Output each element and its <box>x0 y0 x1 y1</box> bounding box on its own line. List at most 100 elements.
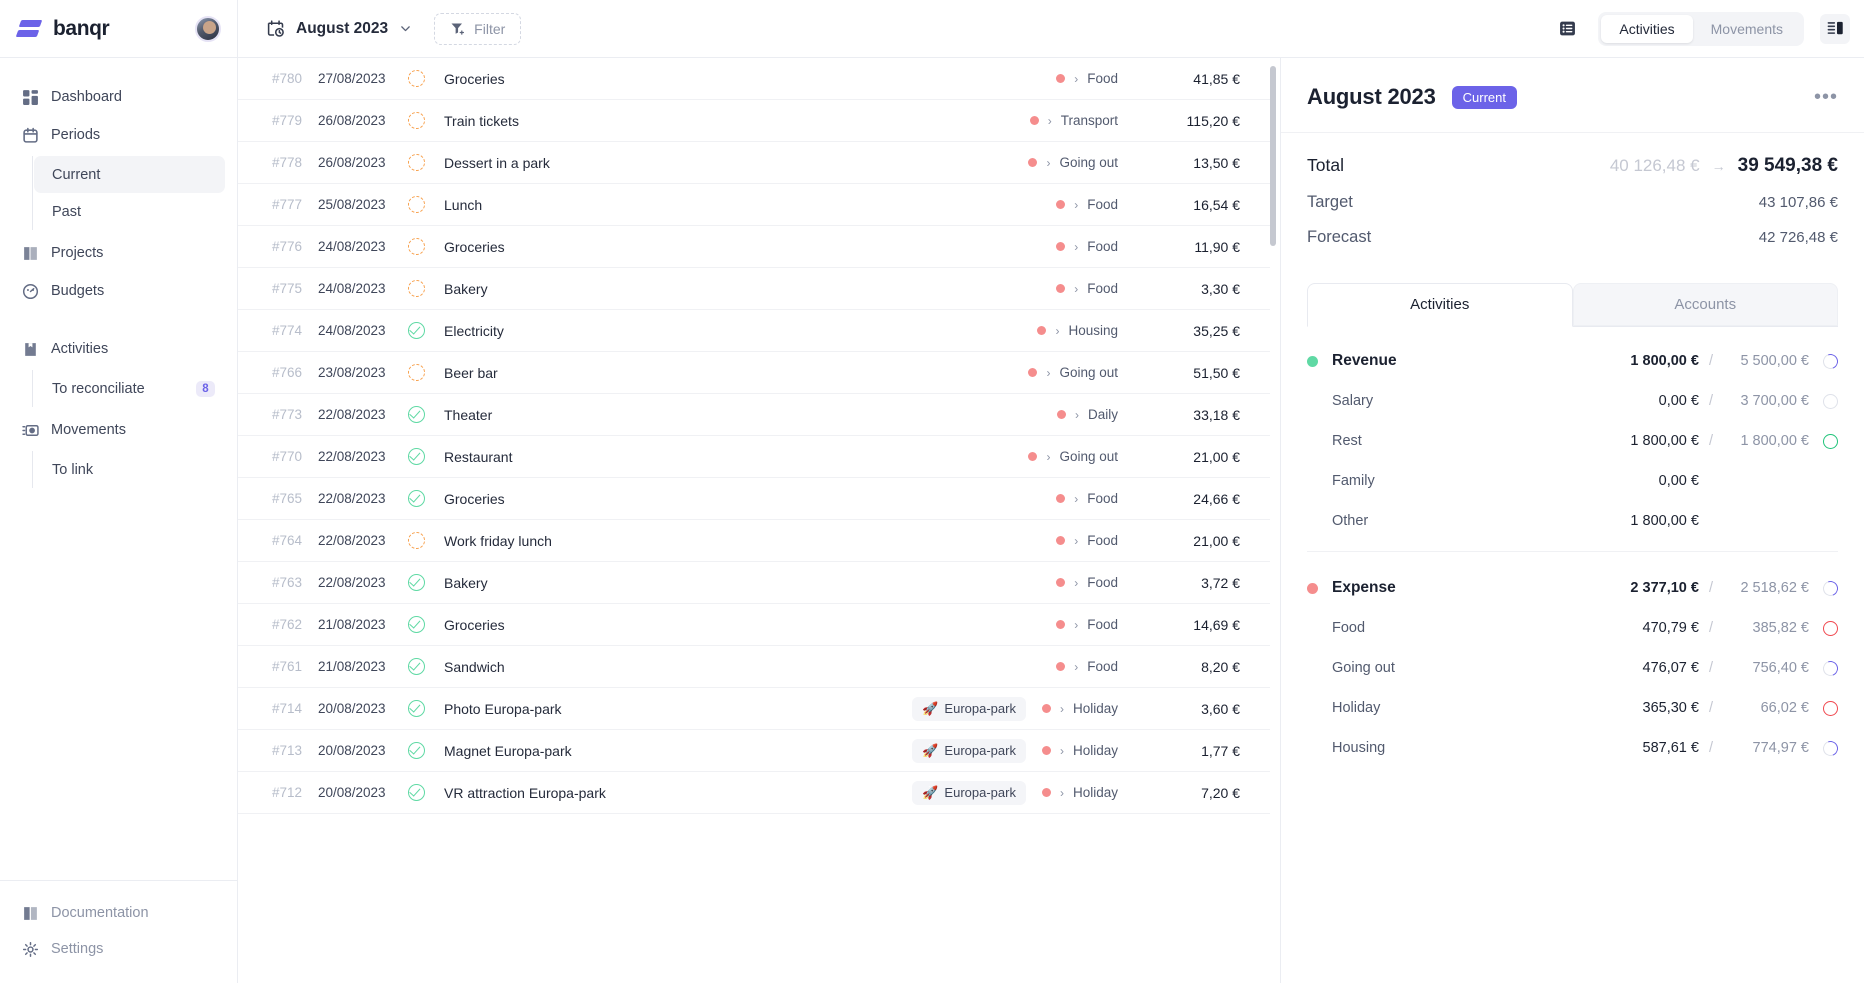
activity-status[interactable] <box>408 490 444 507</box>
table-row[interactable]: #774 24/08/2023 Electricity › Housing 35,25 € <box>238 310 1270 352</box>
activity-status[interactable] <box>408 112 444 129</box>
sidebar-item-projects[interactable]: Projects <box>12 234 225 272</box>
breakdown-row[interactable]: Food 470,79 € / 385,82 € <box>1307 608 1838 648</box>
activity-label: Work friday lunch <box>444 532 552 549</box>
ellipsis-icon[interactable]: ••• <box>1814 86 1838 109</box>
sidebar-item-periods[interactable]: Periods <box>12 116 225 154</box>
activity-category[interactable]: › Food <box>1056 659 1118 674</box>
tab-activities[interactable]: Activities <box>1601 14 1693 43</box>
table-row[interactable]: #777 25/08/2023 Lunch › Food 16,54 € <box>238 184 1270 226</box>
project-tag[interactable]: 🚀 Europa-park <box>912 696 1026 721</box>
table-row[interactable]: #780 27/08/2023 Groceries › Food 41,85 € <box>238 58 1270 100</box>
table-row[interactable]: #770 22/08/2023 Restaurant › Going out 21,00 … <box>238 436 1270 478</box>
sidebar-item-budgets[interactable]: Budgets <box>12 272 225 310</box>
period-selector[interactable]: August 2023 <box>258 13 420 44</box>
table-row[interactable]: #778 26/08/2023 Dessert in a park › Going ou… <box>238 142 1270 184</box>
sidebar-item-current[interactable]: Current <box>34 156 225 193</box>
activity-category[interactable]: › Food <box>1056 197 1118 212</box>
activity-category[interactable]: › Transport <box>1029 113 1118 128</box>
activity-category[interactable]: › Food <box>1056 533 1118 548</box>
avatar[interactable] <box>195 15 221 42</box>
activity-status[interactable] <box>408 196 444 213</box>
activity-status[interactable] <box>408 154 444 171</box>
table-row[interactable]: #766 23/08/2023 Beer bar › Going out 51,50 € <box>238 352 1270 394</box>
sidebar-item-settings[interactable]: Settings <box>12 931 225 967</box>
activity-status[interactable] <box>408 742 444 759</box>
activity-status[interactable] <box>408 406 444 423</box>
breakdown-row[interactable]: Salary 0,00 € / 3 700,00 € <box>1307 381 1838 421</box>
sidebar-item-past[interactable]: Past <box>34 193 225 230</box>
breakdown-row[interactable]: Housing 587,61 € / 774,97 € <box>1307 728 1841 768</box>
sidebar-item-to-reconciliate[interactable]: To reconciliate 8 <box>34 370 225 407</box>
activity-category[interactable]: › Going out <box>1028 449 1118 464</box>
activity-status[interactable] <box>408 364 444 381</box>
activity-category[interactable]: › Housing <box>1037 323 1118 338</box>
activity-amount: 33,18 € <box>1193 406 1240 423</box>
side-panel-toggle-button[interactable] <box>1820 13 1850 44</box>
sidebar-item-documentation[interactable]: Documentation <box>12 895 225 931</box>
activity-status[interactable] <box>408 700 444 717</box>
activity-category[interactable]: › Holiday <box>1041 701 1118 716</box>
brand[interactable]: banqr <box>15 16 110 42</box>
table-row[interactable]: #713 20/08/2023 Magnet Europa-park 🚀 Europa-… <box>238 730 1270 772</box>
activity-category[interactable]: › Holiday <box>1041 785 1118 800</box>
activity-status[interactable] <box>408 616 444 633</box>
sidebar-item-dashboard[interactable]: Dashboard <box>12 78 225 116</box>
table-row[interactable]: #763 22/08/2023 Bakery › Food 3,72 € <box>238 562 1270 604</box>
breakdown-row[interactable]: Rest 1 800,00 € / 1 800,00 € <box>1307 421 1838 461</box>
activity-category[interactable]: › Food <box>1056 617 1118 632</box>
panel-tab-activities[interactable]: Activities <box>1307 283 1573 327</box>
breakdown-group-header[interactable]: Revenue 1 800,00 € / 5 500,00 € <box>1307 341 1841 381</box>
table-row[interactable]: #779 26/08/2023 Train tickets › Transport 115… <box>238 100 1270 142</box>
project-tag[interactable]: 🚀 Europa-park <box>912 738 1026 763</box>
table-row[interactable]: #775 24/08/2023 Bakery › Food 3,30 € <box>238 268 1270 310</box>
filter-button[interactable]: Filter <box>434 12 522 45</box>
table-row[interactable]: #764 22/08/2023 Work friday lunch › Food 21,0… <box>238 520 1270 562</box>
activity-category[interactable]: › Holiday <box>1041 743 1118 758</box>
activity-category[interactable]: › Food <box>1056 281 1118 296</box>
table-row[interactable]: #765 22/08/2023 Groceries › Food 24,66 € <box>238 478 1270 520</box>
list-view-button[interactable] <box>1552 14 1582 44</box>
category-color-dot <box>1056 536 1066 545</box>
activity-category[interactable]: › Food <box>1056 71 1118 86</box>
activity-status[interactable] <box>408 532 444 549</box>
table-row[interactable]: #714 20/08/2023 Photo Europa-park 🚀 Europa-p… <box>238 688 1270 730</box>
activity-status[interactable] <box>408 658 444 675</box>
sidebar-item-movements[interactable]: Movements <box>12 411 225 449</box>
sidebar-item-activities[interactable]: Activities <box>12 330 225 368</box>
breakdown-row[interactable]: Going out 476,07 € / 756,40 € <box>1307 648 1841 688</box>
tab-movements[interactable]: Movements <box>1693 15 1801 43</box>
project-tag[interactable]: 🚀 Europa-park <box>912 780 1026 805</box>
activity-label: Dessert in a park <box>444 154 550 171</box>
activity-category[interactable]: › Going out <box>1028 155 1118 170</box>
activity-status[interactable] <box>408 70 444 87</box>
category-name: Going out <box>1059 365 1118 380</box>
activity-category[interactable]: › Daily <box>1056 407 1118 422</box>
list-scrollbar[interactable] <box>1270 66 1276 246</box>
activity-category[interactable]: › Food <box>1056 491 1118 506</box>
activity-status[interactable] <box>408 238 444 255</box>
table-row[interactable]: #712 20/08/2023 VR attraction Europa-park 🚀… <box>238 772 1270 814</box>
table-row[interactable]: #761 21/08/2023 Sandwich › Food 8,20 € <box>238 646 1270 688</box>
total-current-value: 39 549,38 € <box>1737 155 1838 176</box>
activity-status[interactable] <box>408 574 444 591</box>
sidebar-item-to-link[interactable]: To link <box>34 451 225 488</box>
table-row[interactable]: #762 21/08/2023 Groceries › Food 14,69 € <box>238 604 1270 646</box>
panel-tab-accounts[interactable]: Accounts <box>1572 283 1838 326</box>
activity-label: Groceries <box>444 238 505 255</box>
breakdown-row[interactable]: Family 0,00 €/ <box>1307 461 1838 501</box>
table-row[interactable]: #773 22/08/2023 Theater › Daily 33,18 € <box>238 394 1270 436</box>
activities-list[interactable]: #780 27/08/2023 Groceries › Food 41,85 € #779 2… <box>238 58 1280 983</box>
activity-status[interactable] <box>408 322 444 339</box>
activity-status[interactable] <box>408 784 444 801</box>
panel-title: August 2023 <box>1307 84 1436 109</box>
activity-status[interactable] <box>408 448 444 465</box>
table-row[interactable]: #776 24/08/2023 Groceries › Food 11,90 € <box>238 226 1270 268</box>
activity-category[interactable]: › Food <box>1056 239 1118 254</box>
activity-status[interactable] <box>408 280 444 297</box>
breakdown-group-header[interactable]: Expense 2 377,10 € / 2 518,62 € <box>1307 568 1841 608</box>
breakdown-row[interactable]: Holiday 365,30 € / 66,02 € <box>1307 688 1838 728</box>
activity-category[interactable]: › Food <box>1056 575 1118 590</box>
activity-category[interactable]: › Going out <box>1028 365 1118 380</box>
breakdown-row[interactable]: Other 1 800,00 €/ <box>1307 501 1838 541</box>
